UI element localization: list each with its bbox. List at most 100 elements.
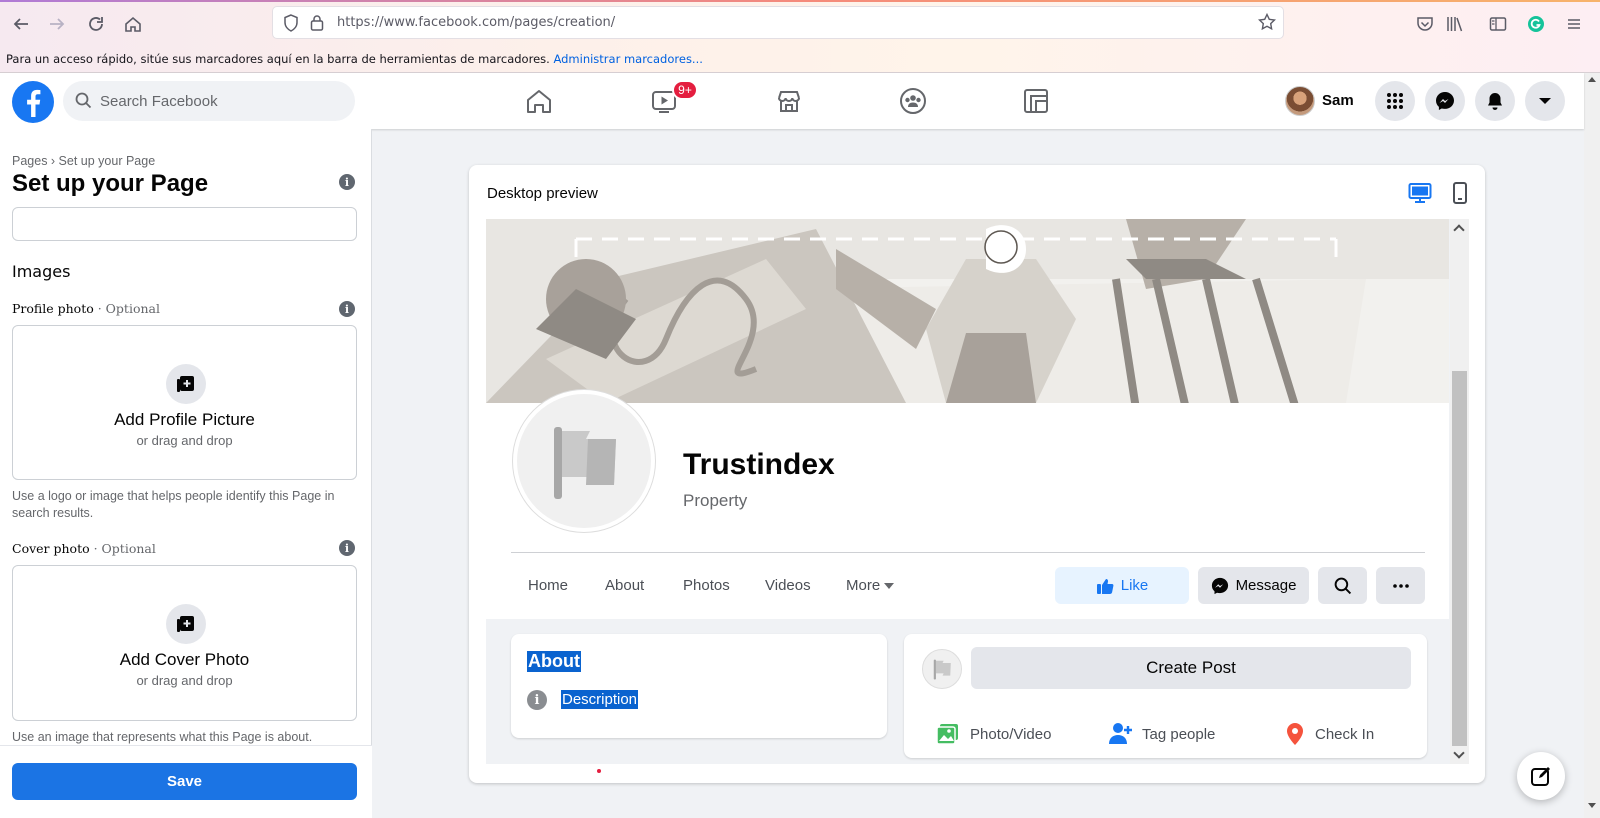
page-search-button[interactable] [1318,567,1367,604]
sidebar-icon[interactable] [1486,12,1510,36]
page-search-icon [1334,577,1351,594]
cover-optional-text: · Optional [89,541,156,556]
messenger-icon [1436,92,1454,110]
tabs-divider [511,552,1425,553]
cover-photo-label: Cover photo · Optional [12,541,156,556]
bell-icon [1488,93,1502,110]
like-button[interactable]: Like [1055,567,1189,604]
tag-people-button[interactable]: Tag people [1108,722,1215,746]
profile-info-icon[interactable]: i [339,301,355,317]
tab-more-label: More [846,577,881,594]
setup-panel: Pages › Set up your Page Set up your Pag… [0,129,372,818]
mobile-preview-icon[interactable] [1452,182,1468,209]
more-caret-icon [884,583,895,589]
search-icon [75,92,92,114]
forward-icon[interactable] [45,12,69,36]
search-placeholder: Search Facebook [100,93,218,110]
save-button[interactable]: Save [12,763,357,800]
caret-down-icon [1539,98,1551,104]
tab-home[interactable]: Home [528,577,568,594]
cover-info-icon[interactable]: i [339,540,355,556]
preview-scroll-up-icon[interactable] [1453,224,1465,236]
library-icon[interactable] [1443,12,1467,36]
tab-photos[interactable]: Photos [683,577,730,594]
pocket-icon[interactable] [1413,12,1437,36]
add-cover-photo-title: Add Cover Photo [119,650,250,669]
about-heading: About [527,651,581,672]
bookmarks-bar: Para un acceso rápido, sitúe sus marcado… [6,52,703,66]
message-button[interactable]: Message [1198,567,1309,604]
bookmark-star-icon[interactable] [1257,12,1277,36]
menu-icon[interactable] [1562,12,1586,36]
cover-photo-label-text: Cover photo [12,541,90,556]
scroll-up-icon[interactable] [1588,77,1596,82]
page-scrollbar[interactable] [1584,73,1600,818]
tab-videos[interactable]: Videos [765,577,811,594]
url-text[interactable]: https://www.facebook.com/pages/creation/ [337,15,615,30]
home-icon[interactable] [121,12,145,36]
profile-photo-label-text: Profile photo [12,301,94,316]
tab-more[interactable]: More [846,577,895,594]
bookmarks-hint: Para un acceso rápido, sitúe sus marcado… [6,52,550,66]
breadcrumb[interactable]: Pages › Set up your Page [12,154,155,168]
post-avatar [922,649,962,689]
description-info-icon: i [527,690,547,710]
cover-illustration [486,219,1449,403]
add-cover-icon [166,604,206,644]
notifications-button[interactable] [1475,81,1515,121]
profile-hint: Use a logo or image that helps people id… [12,489,335,520]
reload-icon[interactable] [84,12,108,36]
add-cover-photo-dropzone[interactable]: Add Cover Photo or drag and drop [12,565,357,721]
cover-hint: Use an image that represents what this P… [12,730,313,744]
search-input[interactable]: Search Facebook [63,81,355,121]
images-heading: Images [12,262,71,281]
grid-icon [1387,93,1403,109]
photo-video-button[interactable]: Photo/Video [936,722,1051,746]
tracking-shield-icon[interactable] [283,14,299,37]
facebook-logo-icon[interactable] [12,81,54,123]
photo-video-label: Photo/Video [970,725,1052,743]
user-name[interactable]: Sam [1322,92,1354,109]
new-message-button[interactable] [1517,752,1565,800]
tab-about[interactable]: About [605,577,644,594]
preview-scroll-down-icon[interactable] [1453,747,1465,759]
compose-icon [1531,767,1550,786]
lock-icon[interactable] [310,14,324,36]
browser-accent-line [0,0,1600,2]
page-category: Property [683,491,748,510]
grammarly-icon[interactable] [1524,12,1548,36]
preview-label: Desktop preview [487,185,598,202]
check-in-pin-icon [1287,723,1303,745]
more-options-button[interactable] [1376,567,1425,604]
profile-photo-label: Profile photo · Optional [12,301,160,316]
nav-groups-icon[interactable] [893,81,933,121]
desktop-preview-icon[interactable] [1408,182,1432,209]
menu-grid-button[interactable] [1375,81,1415,121]
like-label: Like [1120,577,1149,594]
messenger-small-icon [1211,577,1228,594]
tag-people-icon [1109,723,1132,744]
nav-gaming-icon[interactable] [1016,81,1056,121]
add-profile-picture-dropzone[interactable]: Add Profile Picture or drag and drop [12,325,357,480]
nav-marketplace-icon[interactable] [769,81,809,121]
messenger-button[interactable] [1425,81,1465,121]
cover-drag-drop-text: or drag and drop [136,673,233,688]
scroll-down-icon[interactable] [1588,803,1596,808]
title-info-icon[interactable]: i [339,174,355,190]
page-name: Trustindex [683,448,835,481]
nav-home-icon[interactable] [519,81,559,121]
create-post-button[interactable]: Create Post [971,647,1411,689]
ellipsis-icon [1392,583,1409,588]
flag-icon [554,427,616,499]
back-icon[interactable] [9,12,33,36]
preview-scrollbar[interactable] [1450,219,1469,764]
manage-bookmarks-link[interactable]: Administrar marcadores... [553,52,702,66]
page-info-field[interactable] [12,207,357,241]
about-card: About i Description [511,634,887,738]
account-menu-button[interactable] [1525,81,1565,121]
create-post-label: Create Post [1146,658,1236,677]
preview-scrollbar-thumb[interactable] [1452,371,1467,746]
url-bar[interactable]: https://www.facebook.com/pages/creation/ [273,7,1283,38]
user-avatar[interactable] [1285,86,1315,116]
check-in-button[interactable]: Check In [1285,722,1374,746]
